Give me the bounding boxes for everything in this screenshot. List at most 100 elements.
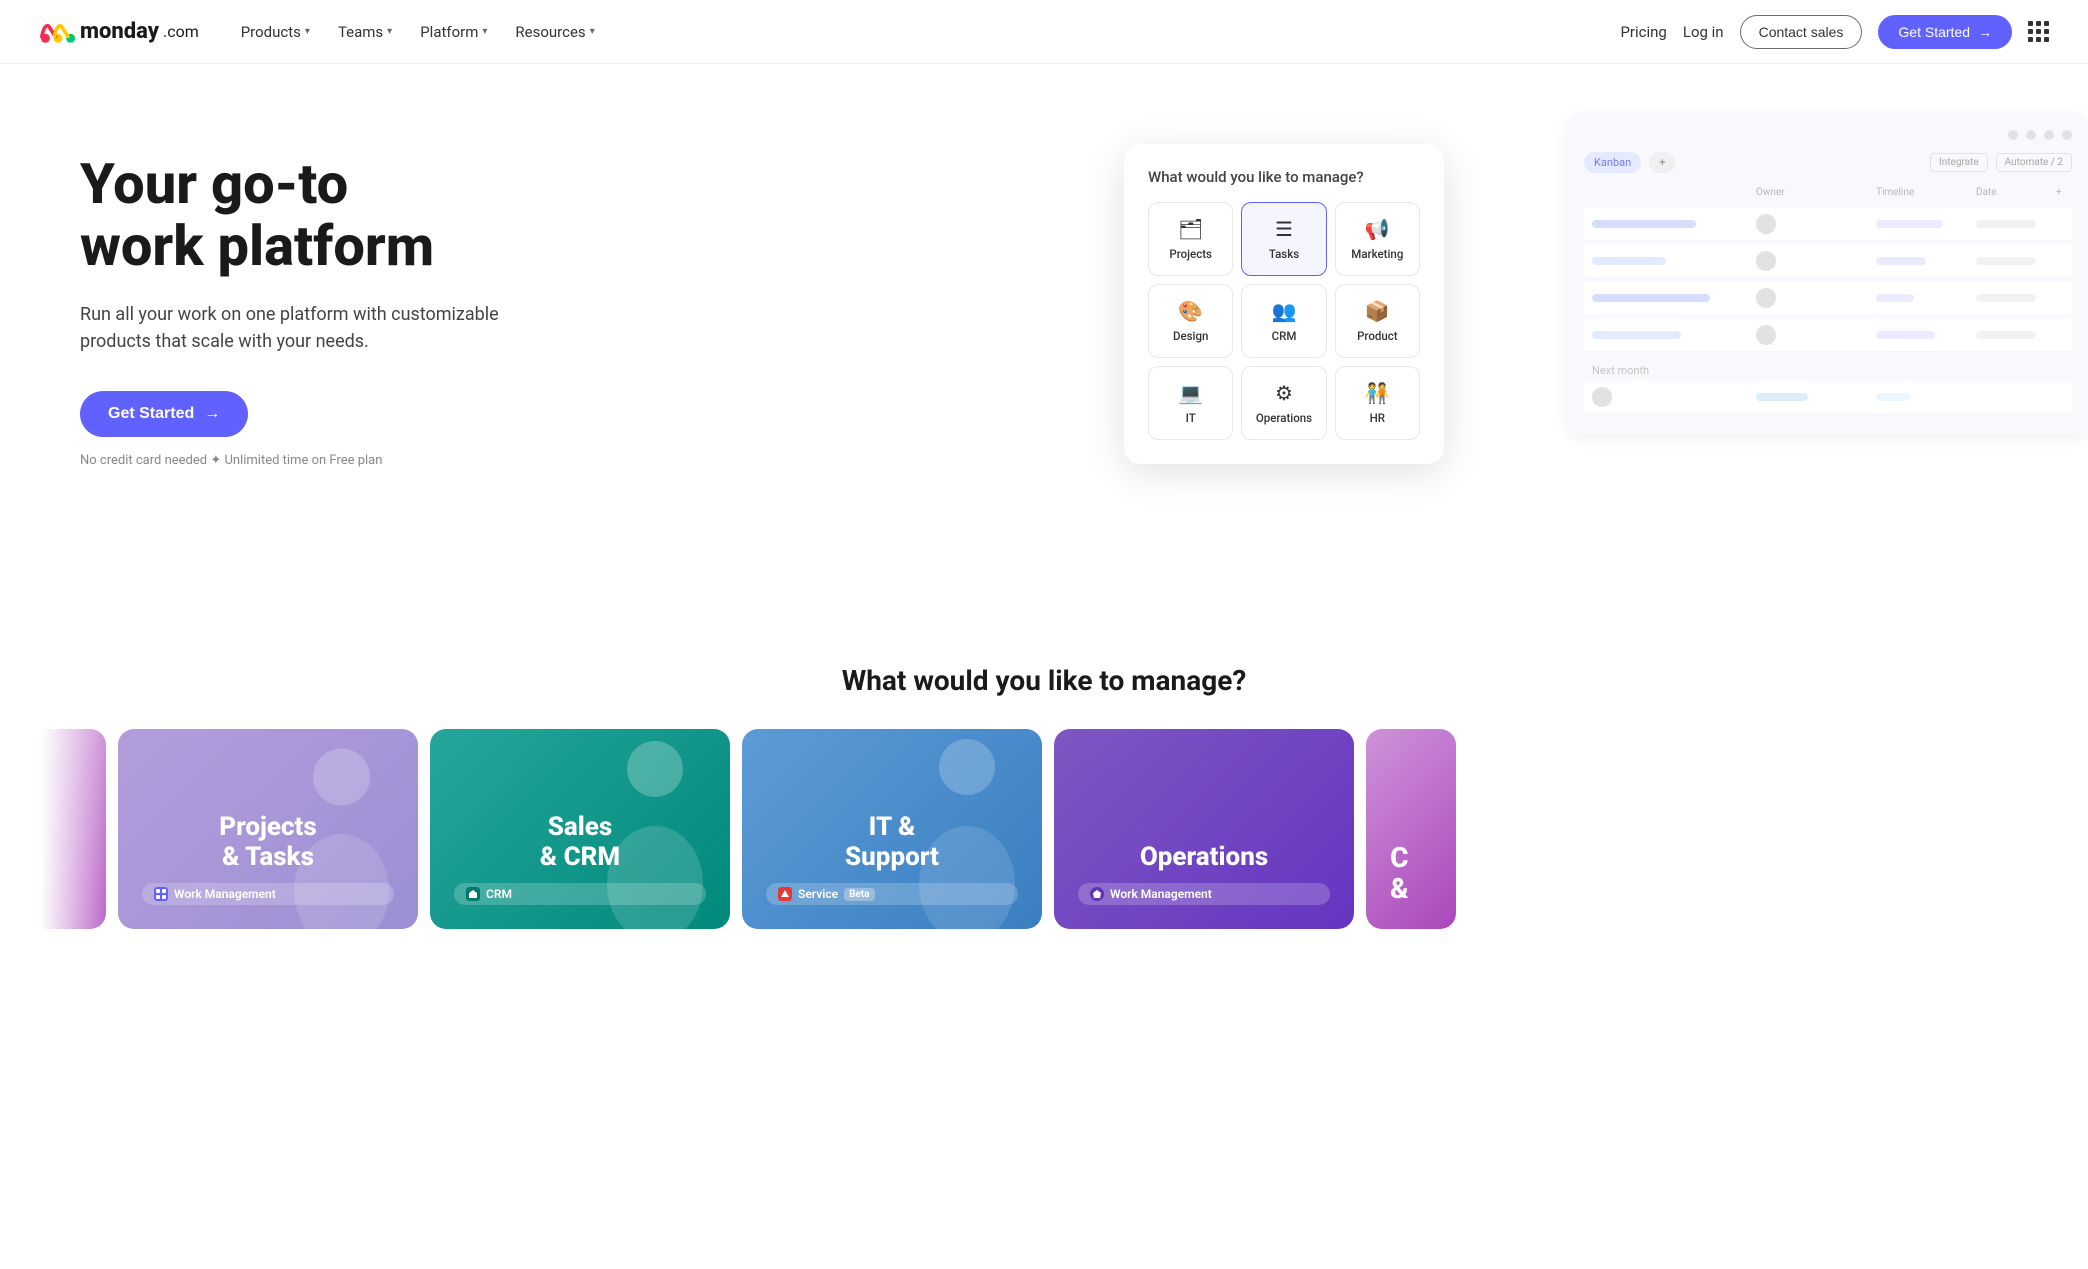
manage-item-it[interactable]: 💻 IT (1148, 366, 1233, 440)
hero-section: Your go-to work platform Run all your wo… (0, 64, 2088, 604)
board-section-label: Next month (1584, 356, 2072, 381)
card-projects-tasks[interactable]: Projects& Tasks Work Management (118, 729, 418, 929)
manage-section: What would you like to manage? Projects&… (0, 604, 2088, 929)
card-title: IT &Support (766, 813, 1018, 873)
operations-icon: ⚙ (1275, 381, 1293, 405)
nav-teams[interactable]: Teams ▾ (328, 17, 402, 47)
logo-dotcom: .com (163, 22, 199, 41)
card-sales-crm[interactable]: Sales& CRM CRM (430, 729, 730, 929)
hero-left: Your go-to work platform Run all your wo… (80, 134, 500, 468)
card-badge-sales: CRM (454, 883, 706, 905)
card-badge-it: Service Beta (766, 883, 1018, 905)
chevron-down-icon: ▾ (590, 26, 595, 37)
nav-pricing-link[interactable]: Pricing (1620, 23, 1666, 41)
board-automate-button[interactable]: Automate / 2 (1996, 153, 2072, 172)
nav-platform[interactable]: Platform ▾ (410, 17, 497, 47)
nav-links: Products ▾ Teams ▾ Platform ▾ Resources … (231, 17, 605, 47)
nav-resources[interactable]: Resources ▾ (505, 17, 604, 47)
card-title: Operations (1078, 843, 1330, 873)
manage-item-label: Operations (1256, 411, 1312, 425)
nav-login-link[interactable]: Log in (1683, 23, 1724, 41)
manage-item-crm[interactable]: 👥 CRM (1241, 284, 1326, 358)
card-title: Sales& CRM (454, 813, 706, 873)
chevron-down-icon: ▾ (305, 26, 310, 37)
table-row (1584, 381, 2072, 414)
manage-item-label: HR (1370, 411, 1385, 425)
manage-item-operations[interactable]: ⚙ Operations (1241, 366, 1326, 440)
board-dot-4 (2062, 130, 2072, 140)
manage-modal-title: What would you like to manage? (1148, 168, 1420, 186)
logo-monday: monday (80, 19, 159, 44)
manage-item-label: Projects (1169, 247, 1212, 261)
it-icon: 💻 (1178, 381, 1203, 405)
board-column-headers: Owner Timeline Date + (1584, 183, 2072, 202)
nav-left: monday.com Products ▾ Teams ▾ Platform ▾… (40, 17, 605, 47)
beta-badge: Beta (844, 888, 874, 901)
board-integrate-button[interactable]: Integrate (1930, 153, 1988, 172)
card-it-support[interactable]: IT &Support Service Beta (742, 729, 1042, 929)
manage-item-marketing[interactable]: 📢 Marketing (1335, 202, 1420, 276)
arrow-right-icon: → (204, 405, 220, 423)
product-icon: 📦 (1365, 299, 1390, 323)
avatar (1756, 288, 1776, 308)
apps-grid-icon[interactable] (2028, 21, 2048, 42)
manage-item-projects[interactable]: 🗂 Projects (1148, 202, 1233, 276)
chevron-down-icon: ▾ (482, 26, 487, 37)
nav-products[interactable]: Products ▾ (231, 17, 320, 47)
card-operations[interactable]: Operations Work Management (1054, 729, 1354, 929)
partial-card-title: C& (1390, 843, 1409, 905)
card-badge-projects: Work Management (142, 883, 394, 905)
manage-item-label: Product (1357, 329, 1398, 343)
manage-item-label: Design (1173, 329, 1208, 343)
operations-badge-icon (1090, 887, 1104, 901)
avatar (1756, 325, 1776, 345)
board-toolbar: Kanban + Integrate Automate / 2 (1584, 152, 2072, 173)
board-dot-3 (2044, 130, 2054, 140)
board-tab-kanban[interactable]: Kanban (1584, 152, 1641, 173)
manage-item-tasks[interactable]: ☰ Tasks (1241, 202, 1326, 276)
manage-modal: What would you like to manage? 🗂 Project… (1124, 144, 1444, 464)
avatar (1756, 251, 1776, 271)
card-partial-right[interactable]: C& (1366, 729, 1456, 929)
service-badge-icon (778, 887, 792, 901)
manage-item-label: IT (1186, 411, 1196, 425)
hero-subtitle: Run all your work on one platform with c… (80, 301, 500, 355)
crm-badge-icon (466, 887, 480, 901)
manage-section-title: What would you like to manage? (40, 664, 2048, 697)
hero-get-started-button[interactable]: Get Started → (80, 391, 248, 437)
nav-right: Pricing Log in Contact sales Get Started… (1620, 15, 2048, 49)
board-header (1584, 130, 2072, 140)
board-actions: Integrate Automate / 2 (1930, 153, 2072, 172)
logo[interactable]: monday.com (40, 18, 199, 46)
crm-icon: 👥 (1272, 299, 1297, 323)
manage-item-hr[interactable]: 🧑‍🤝‍🧑 HR (1335, 366, 1420, 440)
manage-item-product[interactable]: 📦 Product (1335, 284, 1420, 358)
card-title: Projects& Tasks (142, 813, 394, 873)
marketing-icon: 📢 (1365, 217, 1390, 241)
chevron-down-icon: ▾ (387, 26, 392, 37)
hero-title: Your go-to work platform (80, 154, 500, 277)
design-icon: 🎨 (1178, 299, 1203, 323)
manage-grid: 🗂 Projects ☰ Tasks 📢 Marketing 🎨 Design … (1148, 202, 1420, 440)
manage-item-label: Marketing (1351, 247, 1403, 261)
navbar: monday.com Products ▾ Teams ▾ Platform ▾… (0, 0, 2088, 64)
table-row (1584, 319, 2072, 352)
board-background: Kanban + Integrate Automate / 2 Owner Ti… (1568, 114, 2088, 434)
table-row (1584, 208, 2072, 241)
nav-get-started-button[interactable]: Get Started → (1878, 15, 2012, 49)
hero-right: Kanban + Integrate Automate / 2 Owner Ti… (540, 134, 2028, 464)
projects-icon: 🗂 (1178, 217, 1203, 241)
manage-item-design[interactable]: 🎨 Design (1148, 284, 1233, 358)
cards-container: Projects& Tasks Work Management Sales& C… (40, 729, 2048, 929)
manage-cards-row: Projects& Tasks Work Management Sales& C… (40, 729, 2048, 929)
hero-note: No credit card needed ✦ Unlimited time o… (80, 453, 500, 468)
contact-sales-button[interactable]: Contact sales (1740, 15, 1863, 49)
board-tab-add[interactable]: + (1649, 152, 1675, 173)
board-dot-2 (2026, 130, 2036, 140)
arrow-right-icon: → (1978, 24, 1992, 40)
tasks-icon: ☰ (1275, 217, 1293, 241)
card-partial-left[interactable] (40, 729, 106, 929)
table-row (1584, 245, 2072, 278)
avatar (1756, 214, 1776, 234)
card-badge-operations: Work Management (1078, 883, 1330, 905)
